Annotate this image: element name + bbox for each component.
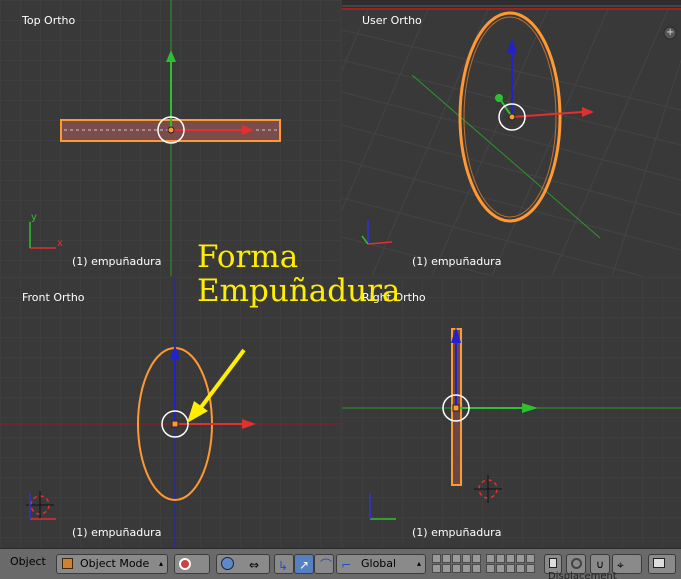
shading-sphere-icon <box>179 558 191 570</box>
chevron-updown-icon: ▴ <box>158 559 163 568</box>
orientation-select-value: Global <box>361 557 397 570</box>
viewport-front-ortho[interactable]: Front Ortho (1) empuñadura <box>0 277 341 547</box>
viewport-top-title: Top Ortho <box>22 14 76 27</box>
viewport-top-canvas <box>0 0 341 276</box>
manipulator-rotate-button[interactable]: ↗ <box>294 554 314 574</box>
viewport-top-object-label: (1) empuñadura <box>72 255 162 268</box>
manipulator-translate-button[interactable]: ↳ <box>274 554 294 574</box>
pivot-point-button[interactable]: ⇔ <box>216 554 270 574</box>
viewport-user-title: User Ortho <box>362 14 422 27</box>
manipulator-scale-button[interactable]: ⌒ <box>314 554 334 574</box>
mode-select-value: Object Mode <box>80 557 150 570</box>
viewport-front-object-label: (1) empuñadura <box>72 526 162 539</box>
viewport-user-ortho[interactable]: User Ortho (1) empuñadura + <box>342 0 681 276</box>
annotation-line-1: Forma <box>197 239 299 275</box>
object-mode-cube-icon <box>62 558 73 569</box>
mode-select[interactable]: Object Mode ▴ <box>56 554 168 574</box>
viewport-top-ortho[interactable]: y x Top Ortho (1) empuñadura <box>0 0 341 276</box>
snap-target-icon: ⌖ <box>617 558 624 572</box>
viewport-front-canvas <box>0 277 341 547</box>
viewport-right-object-label: (1) empuñadura <box>412 526 502 539</box>
layer-buttons-right[interactable] <box>486 554 535 573</box>
viewport-shading-button[interactable] <box>174 554 210 574</box>
axis-gizmo-x-label: x <box>57 238 63 249</box>
chevron-updown-icon: ▴ <box>416 559 421 568</box>
axis-gizmo-y-label: y <box>31 212 37 223</box>
viewport-user-object-label: (1) empuñadura <box>412 255 502 268</box>
layer-buttons-left[interactable] <box>432 554 481 573</box>
orientation-icon: ⌐ <box>341 558 352 572</box>
annotation-line-2: Empuñadura <box>197 273 401 309</box>
rotate-arrow-icon: ↗ <box>299 558 310 572</box>
lock-icon <box>549 558 557 568</box>
object-menu[interactable]: Object <box>10 555 46 568</box>
transform-orientation-select[interactable]: ⌐ Global ▴ <box>336 554 426 574</box>
render-button[interactable] <box>648 554 676 574</box>
add-area-icon[interactable]: + <box>666 27 674 38</box>
manipulator-toggle-icon: ⇔ <box>249 558 260 572</box>
curve-icon: ⌒ <box>320 558 333 572</box>
viewport-front-title: Front Ortho <box>22 291 85 304</box>
viewport-right-canvas <box>342 277 681 547</box>
translate-axes-icon: ↳ <box>278 559 289 573</box>
annotation-text: Forma Empuñadura <box>197 240 400 308</box>
proportional-circle-icon <box>571 558 582 569</box>
pivot-icon <box>221 557 234 570</box>
viewport-user-canvas <box>342 0 681 276</box>
viewport-right-ortho[interactable]: Right Ortho (1) empuñadura <box>342 277 681 547</box>
camera-icon <box>653 558 665 568</box>
viewport-header-toolbar: Object Object Mode ▴ ⇔ ↳ ↗ ⌒ ⌐ Global ▴ <box>0 548 681 579</box>
